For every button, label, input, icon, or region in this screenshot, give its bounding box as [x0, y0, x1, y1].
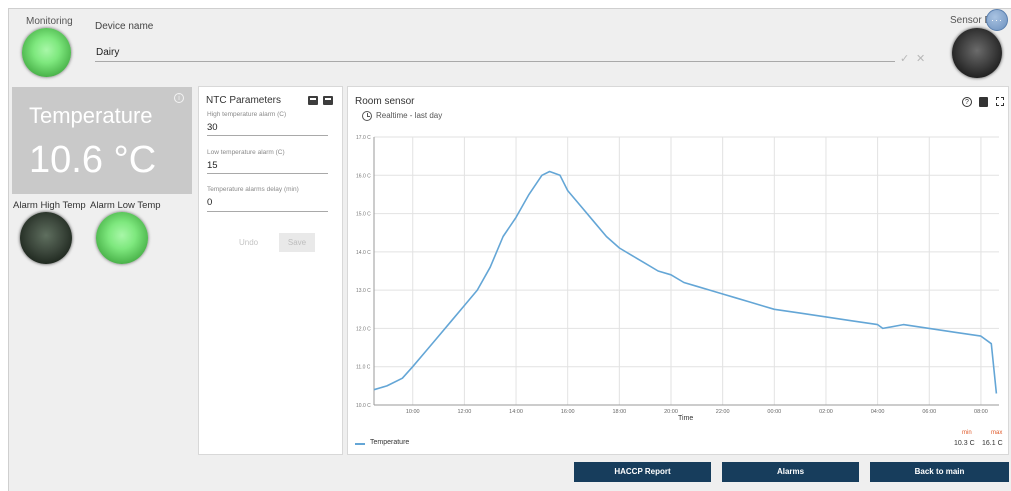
- haccp-report-button[interactable]: HACCP Report: [574, 462, 711, 482]
- avatar[interactable]: ···: [986, 9, 1008, 31]
- max-value: 16.1 C: [982, 440, 1003, 447]
- temperature-tile: Temperature 10.6 °C i: [12, 87, 192, 194]
- alarm-delay-label: Temperature alarms delay (min): [207, 186, 299, 193]
- alarms-button[interactable]: Alarms: [722, 462, 859, 482]
- y-tick-label: 15.0 C: [356, 212, 371, 218]
- y-tick-label: 10.0 C: [356, 403, 371, 409]
- y-tick-label: 13.0 C: [356, 288, 371, 294]
- low-temp-alarm-input[interactable]: 15: [207, 160, 218, 171]
- device-name-input[interactable]: Dairy: [96, 47, 119, 58]
- x-tick-label: 16:00: [561, 409, 575, 415]
- alarm-high-label: Alarm High Temp: [13, 200, 86, 211]
- min-value: 10.3 C: [954, 440, 975, 447]
- x-tick-label: 04:00: [871, 409, 885, 415]
- max-label: max: [991, 430, 1003, 436]
- legend-label[interactable]: Temperature: [370, 439, 409, 446]
- x-tick-label: 02:00: [819, 409, 833, 415]
- ntc-parameters-panel: NTC Parameters High temperature alarm (C…: [198, 86, 343, 455]
- info-icon[interactable]: i: [174, 93, 184, 103]
- low-temp-alarm-label: Low temperature alarm (C): [207, 149, 285, 156]
- undo-button[interactable]: Undo: [239, 238, 258, 247]
- temperature-title: Temperature: [29, 103, 153, 128]
- x-tick-label: 12:00: [458, 409, 472, 415]
- temperature-value: 10.6 °C: [29, 139, 157, 181]
- x-tick-label: 18:00: [612, 409, 626, 415]
- sensor-error-led: [952, 28, 1002, 78]
- field-underline: [207, 135, 328, 136]
- alarm-low-label: Alarm Low Temp: [90, 200, 161, 211]
- x-tick-label: 00:00: [767, 409, 781, 415]
- clear-icon[interactable]: ✕: [916, 52, 925, 65]
- x-tick-label: 22:00: [716, 409, 730, 415]
- x-tick-label: 06:00: [922, 409, 936, 415]
- series-line-temperature: [373, 170, 998, 394]
- device-name-underline: [95, 61, 895, 62]
- more-icon: ···: [991, 15, 1003, 25]
- confirm-icon[interactable]: ✓: [900, 52, 909, 65]
- x-tick-label: 08:00: [974, 409, 988, 415]
- min-label: min: [962, 430, 972, 436]
- monitoring-label: Monitoring: [26, 16, 73, 27]
- export-params-icon[interactable]: [323, 96, 333, 105]
- high-temp-alarm-label: High temperature alarm (C): [207, 111, 287, 118]
- save-button[interactable]: Save: [279, 233, 315, 252]
- y-tick-label: 17.0 C: [356, 135, 371, 141]
- y-tick-label: 11.0 C: [356, 365, 371, 371]
- field-underline: [207, 211, 328, 212]
- device-name-label: Device name: [95, 21, 154, 32]
- back-to-main-button[interactable]: Back to main: [870, 462, 1009, 482]
- legend-swatch: [355, 443, 365, 445]
- import-icon[interactable]: [308, 96, 318, 105]
- x-tick-label: 14:00: [509, 409, 523, 415]
- room-sensor-panel: Room sensor Realtime - last day ? 10.0 C…: [347, 86, 1009, 455]
- ntc-title: NTC Parameters: [206, 95, 282, 106]
- alarm-high-led: [20, 212, 72, 264]
- x-tick-label: 20:00: [664, 409, 678, 415]
- temperature-chart: 10.0 C 11.0 C 12.0 C 13.0 C 14.0 C 15.0 C 16.0…: [356, 135, 999, 415]
- monitoring-led: [22, 28, 71, 77]
- alarm-delay-input[interactable]: 0: [207, 197, 212, 208]
- alarm-low-led: [96, 212, 148, 264]
- field-underline: [207, 173, 328, 174]
- y-tick-label: 12.0 C: [356, 326, 371, 332]
- high-temp-alarm-input[interactable]: 30: [207, 122, 218, 133]
- x-tick-label: 10:00: [406, 409, 420, 415]
- y-tick-label: 14.0 C: [356, 250, 371, 256]
- y-tick-label: 16.0 C: [356, 173, 371, 179]
- x-axis-title: Time: [678, 415, 694, 422]
